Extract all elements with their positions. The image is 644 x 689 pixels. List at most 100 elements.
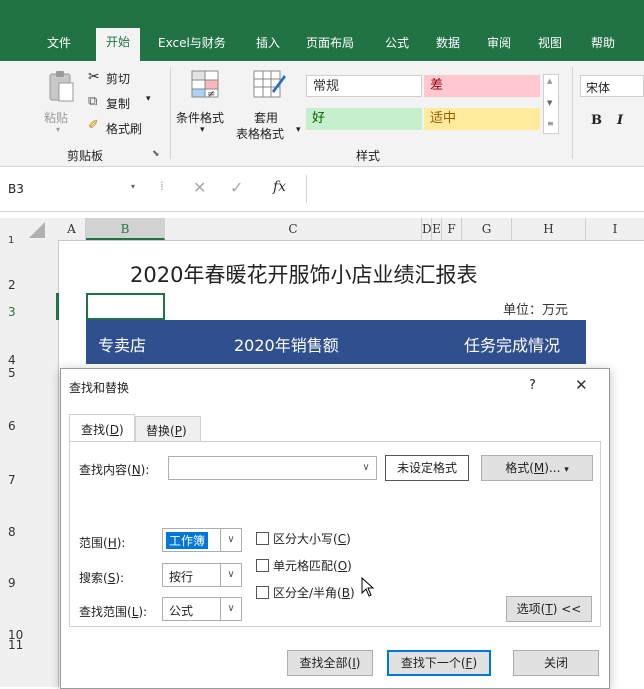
dialog-launcher-icon[interactable]: ⬊	[152, 149, 160, 159]
insert-function-icon[interactable]: fx	[273, 179, 286, 195]
style-normal[interactable]: 常规	[306, 75, 422, 97]
brush-icon: ✐	[88, 118, 99, 133]
ribbon-home: 粘贴 ▾ ✂ 剪切 ⧉ 复制 ▾ ✐ 格式刷 剪贴板 ⬊ ≠ 条件格式 ▾ 套用…	[0, 61, 644, 167]
tab-insert[interactable]: 插入	[256, 34, 280, 51]
header-task-completion[interactable]: 任务完成情况	[464, 332, 560, 356]
dialog-close-icon[interactable]: ✕	[575, 376, 588, 394]
paste-dropdown-icon[interactable]: ▾	[56, 125, 60, 134]
tab-replace[interactable]: 替换(P)	[135, 416, 201, 442]
match-entire-cell-checkbox[interactable]	[256, 559, 269, 572]
gallery-up-icon[interactable]: ▲	[547, 77, 552, 85]
row-header-6[interactable]: 6	[8, 419, 16, 433]
header-sales-2020[interactable]: 2020年销售额	[234, 332, 339, 356]
font-name-box[interactable]: 宋体	[580, 75, 644, 97]
match-entire-cell-label[interactable]: 单元格匹配(O)	[273, 557, 352, 574]
tab-page-layout[interactable]: 页面布局	[306, 34, 354, 51]
tab-find[interactable]: 查找(D)	[69, 414, 135, 442]
tab-excel-finance[interactable]: Excel与财务	[158, 34, 226, 51]
ribbon-divider	[170, 67, 171, 159]
row-header-11[interactable]: 11	[8, 638, 23, 652]
conditional-format-label: 条件格式	[176, 111, 225, 125]
column-header-a[interactable]: A	[58, 218, 86, 240]
conditional-format-button[interactable]: ≠ 条件格式 ▾	[176, 69, 234, 139]
help-icon[interactable]: ?	[529, 378, 536, 393]
tab-home[interactable]: 开始	[96, 28, 141, 61]
close-button[interactable]: 关闭	[513, 650, 599, 676]
conditional-format-icon: ≠	[191, 70, 219, 100]
row-header-8[interactable]: 8	[8, 525, 16, 539]
row-header-4[interactable]: 4	[8, 353, 16, 367]
tab-file[interactable]: 文件	[47, 34, 71, 51]
look-in-dropdown-icon[interactable]: ∨	[220, 598, 241, 620]
bold-button[interactable]: B	[591, 113, 602, 128]
confirm-icon[interactable]: ✓	[230, 178, 243, 197]
column-header-f[interactable]: F	[442, 218, 462, 240]
row-header-2[interactable]: 2	[8, 278, 16, 292]
style-gallery-scroll[interactable]: ▲ ▼ ≡	[543, 74, 559, 134]
ribbon-tabs: 文件 开始 Excel与财务 插入 页面布局 公式 数据 审阅 视图 帮助	[0, 22, 644, 61]
gallery-more-icon[interactable]: ≡	[547, 119, 554, 128]
name-box-dropdown-icon[interactable]: ▾	[131, 182, 135, 191]
font-name-value: 宋体	[586, 81, 611, 95]
copy-button[interactable]: ⧉ 复制 ▾	[88, 94, 168, 112]
match-case-label[interactable]: 区分大小写(C)	[273, 530, 351, 547]
row-header-1[interactable]: 1	[8, 235, 14, 246]
format-as-table-button[interactable]: 套用 表格格式 ▾	[234, 69, 302, 141]
style-bad[interactable]: 差	[424, 75, 540, 97]
copy-icon: ⧉	[88, 94, 98, 109]
table-header-band: 专卖店 2020年销售额 任务完成情况	[86, 320, 586, 364]
format-button[interactable]: 格式(M)... ▾	[481, 455, 593, 481]
match-case-checkbox[interactable]	[256, 532, 269, 545]
match-width-label[interactable]: 区分全/半角(B)	[273, 584, 355, 601]
row-header-5[interactable]: 5	[8, 366, 16, 380]
tab-help[interactable]: 帮助	[591, 34, 615, 51]
search-dropdown-icon[interactable]: ∨	[220, 564, 241, 586]
options-button[interactable]: 选项(T) <<	[506, 596, 592, 622]
header-store[interactable]: 专卖店	[98, 332, 146, 356]
column-header: A B C D E F G H I	[0, 218, 644, 241]
gallery-down-icon[interactable]: ▼	[547, 99, 552, 107]
find-what-input[interactable]: ∨	[168, 456, 377, 480]
match-width-checkbox[interactable]	[256, 586, 269, 599]
within-dropdown-icon[interactable]: ∨	[220, 529, 241, 551]
within-select[interactable]: 工作簿 ∨	[162, 528, 242, 552]
column-header-c[interactable]: C	[165, 218, 422, 240]
row-header-7[interactable]: 7	[8, 473, 16, 487]
row-header-9[interactable]: 9	[8, 576, 16, 590]
find-what-dropdown-icon[interactable]: ∨	[356, 457, 376, 479]
row-header-3[interactable]: 3	[8, 305, 16, 319]
copy-dropdown-icon[interactable]: ▾	[146, 94, 151, 104]
look-in-select[interactable]: 公式 ∨	[162, 597, 242, 621]
column-header-d[interactable]: D	[422, 218, 432, 240]
column-header-e[interactable]: E	[432, 218, 442, 240]
style-neutral[interactable]: 适中	[424, 108, 540, 130]
sheet-title[interactable]: 2020年春暖花开服饰小店业绩汇报表	[130, 259, 477, 289]
tab-data[interactable]: 数据	[436, 34, 460, 51]
column-header-b[interactable]: B	[86, 218, 165, 240]
formula-input[interactable]	[307, 175, 644, 203]
tab-formulas[interactable]: 公式	[385, 34, 409, 51]
table-format-icon	[253, 70, 286, 98]
cancel-icon[interactable]: ✕	[193, 178, 206, 197]
search-value: 按行	[169, 570, 194, 584]
search-select[interactable]: 按行 ∨	[162, 563, 242, 587]
find-all-button[interactable]: 查找全部(I)	[287, 650, 373, 676]
selected-cell-b3[interactable]	[86, 293, 165, 320]
format-painter-button[interactable]: ✐ 格式刷	[88, 118, 168, 137]
svg-text:≠: ≠	[207, 89, 215, 100]
italic-button[interactable]: I	[617, 113, 623, 128]
column-header-h[interactable]: H	[512, 218, 586, 240]
tab-view[interactable]: 视图	[538, 34, 562, 51]
row-3-marker	[56, 293, 59, 320]
cut-button[interactable]: ✂ 剪切	[88, 69, 158, 87]
look-in-label: 查找范围(L):	[79, 605, 148, 619]
tab-review[interactable]: 审阅	[487, 34, 511, 51]
style-good[interactable]: 好	[306, 108, 422, 130]
scissors-icon: ✂	[88, 69, 100, 85]
column-header-i[interactable]: I	[586, 218, 644, 240]
find-next-button[interactable]: 查找下一个(F)	[387, 650, 491, 676]
paste-button[interactable]: 粘贴 ▾	[44, 69, 78, 134]
unit-label[interactable]: 单位：万元	[503, 299, 568, 318]
column-header-g[interactable]: G	[462, 218, 512, 240]
name-box-value[interactable]: B3	[8, 182, 24, 196]
